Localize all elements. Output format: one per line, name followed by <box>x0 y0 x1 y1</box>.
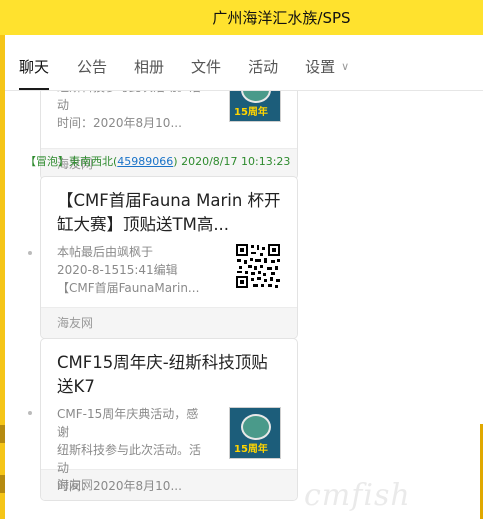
card-summary-line: 时间：2020年8月10... <box>57 116 182 130</box>
link-card[interactable]: CMF15周年庆-纽斯科技顶贴送K7 CMF-15周年庆典活动，感谢 纽斯科技参… <box>40 338 298 501</box>
message-tag: 【冒泡】 <box>25 155 69 168</box>
tab-activities[interactable]: 活动 <box>248 56 278 90</box>
card-summary-line: CMF-15周年庆典活动，感谢 <box>57 407 199 439</box>
card-title: CMF15周年庆-纽斯科技顶贴送K7 <box>57 353 268 396</box>
title-bar: 广州海洋汇水族/SPS <box>0 0 483 35</box>
card-summary-line: 【CMF首届FaunaMarin... <box>57 281 200 295</box>
anniversary-logo-icon: 15周年 <box>229 91 281 122</box>
message-bullet <box>28 411 32 415</box>
card-body: 本帖最后由飒枫于 2020-8-1515:41编辑 【CMF首届FaunaMar… <box>41 237 297 307</box>
chevron-down-icon: ∨ <box>341 60 350 73</box>
window-title: 广州海洋汇水族/SPS <box>212 9 351 27</box>
tab-chat[interactable]: 聊天 <box>19 56 50 90</box>
tab-album[interactable]: 相册 <box>134 56 164 90</box>
card-summary-line: 纽斯科技参与此次活动。活动 <box>57 91 201 112</box>
card-summary-line: 本帖最后由飒枫于 <box>57 245 154 259</box>
card-summary-line: 时间：2020年8月10... <box>57 479 182 493</box>
logo-ring <box>241 414 271 440</box>
link-card[interactable]: 【CMF首届Fauna Marin 杯开缸大赛】顶贴送TM高... 本帖最后由飒… <box>40 176 298 339</box>
card-summary-line: 2020-8-1515:41编辑 <box>57 263 178 277</box>
sender-id-link[interactable]: 45989066 <box>117 155 173 168</box>
message-meta: 【冒泡】東南西北(45989066) 2020/8/17 10:13:23 <box>25 155 291 168</box>
watermark: cmfish <box>304 478 411 513</box>
tab-settings[interactable]: 设置 ∨ <box>305 56 349 90</box>
qr-code-icon <box>235 243 281 289</box>
tab-files[interactable]: 文件 <box>191 56 221 90</box>
group-tab-bar: 聊天 公告 相册 文件 活动 设置 ∨ <box>5 35 483 91</box>
card-body: 纽斯科技参与此次活动。活动 时间：2020年8月10... 15周年 <box>41 91 297 148</box>
card-title: 【CMF首届Fauna Marin 杯开缸大赛】顶贴送TM高... <box>57 191 281 234</box>
tab-settings-label: 设置 <box>305 58 336 76</box>
chat-message-list[interactable]: 纽斯科技参与此次活动。活动 时间：2020年8月10... 15周年 海友网 【… <box>5 91 483 519</box>
message-bullet <box>28 251 32 255</box>
anniversary-logo-icon: 15周年 <box>229 407 281 459</box>
card-source: 海友网 <box>41 307 297 338</box>
logo-label: 15周年 <box>234 444 268 455</box>
card-summary: CMF-15周年庆典活动，感谢 纽斯科技参与此次活动。活动 时间：2020年8月… <box>57 405 207 495</box>
card-summary-line: 纽斯科技参与此次活动。活动 <box>57 443 202 475</box>
tab-announcements[interactable]: 公告 <box>77 56 107 90</box>
card-summary: 纽斯科技参与此次活动。活动 时间：2020年8月10... <box>57 91 207 132</box>
card-body: CMF-15周年庆典活动，感谢 纽斯科技参与此次活动。活动 时间：2020年8月… <box>41 399 297 493</box>
sender-name[interactable]: 東南西北 <box>69 155 113 168</box>
logo-label: 15周年 <box>234 107 268 118</box>
card-summary: 本帖最后由飒枫于 2020-8-1515:41编辑 【CMF首届FaunaMar… <box>57 243 207 297</box>
message-time: 2020/8/17 10:13:23 <box>181 155 291 168</box>
logo-ring <box>241 91 271 103</box>
